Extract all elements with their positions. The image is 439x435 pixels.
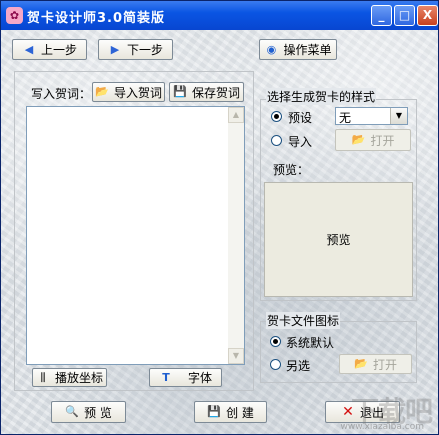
open-icon-button[interactable]: 📂 打开 bbox=[339, 354, 412, 374]
font-icon: T bbox=[162, 370, 170, 384]
open-style-label: 打开 bbox=[370, 133, 395, 148]
import-greeting-label: 导入贺词 bbox=[113, 85, 162, 100]
arrow-left-icon: ◀ bbox=[24, 42, 34, 56]
next-step-label: 下一步 bbox=[126, 43, 163, 57]
preset-label: 预设 bbox=[288, 111, 313, 125]
chevron-down-icon[interactable]: ▼ bbox=[390, 108, 407, 124]
import-greeting-button[interactable]: 📂 导入贺词 bbox=[92, 82, 165, 102]
default-icon-label: 系统默认 bbox=[286, 336, 335, 350]
default-icon-radio[interactable] bbox=[270, 336, 281, 347]
card-file-icon-group-title: 贺卡文件图标 bbox=[266, 312, 341, 329]
preview-button[interactable]: 🔍 预 览 bbox=[51, 401, 126, 423]
operations-menu-button[interactable]: ◉ 操作菜单 bbox=[259, 39, 337, 60]
close-button[interactable]: X bbox=[417, 5, 438, 26]
open-icon-label: 打开 bbox=[372, 357, 397, 372]
app-icon: ✿ bbox=[6, 7, 23, 24]
font-button[interactable]: T 字体 bbox=[149, 368, 222, 387]
prev-step-label: 上一步 bbox=[40, 43, 77, 57]
window-title: 贺卡设计师3.0简装版 bbox=[27, 11, 166, 26]
other-icon-radio[interactable] bbox=[270, 359, 281, 370]
preset-select-value: 无 bbox=[339, 111, 352, 125]
play-coordinates-label: 播放坐标 bbox=[54, 371, 103, 385]
import-style-label: 导入 bbox=[288, 135, 313, 149]
preset-radio[interactable] bbox=[271, 111, 282, 122]
preview-caption: 预览： bbox=[273, 163, 310, 177]
watermark-site: www.xiazaiba.com bbox=[340, 422, 424, 432]
next-step-button[interactable]: ▶ 下一步 bbox=[98, 39, 173, 60]
play-coordinates-button[interactable]: ⫼ 播放坐标 bbox=[32, 368, 107, 387]
magnifier-icon: 🔍 bbox=[65, 405, 79, 418]
floppy-disk-icon: 💾 bbox=[207, 405, 221, 418]
scroll-up-icon[interactable]: ▲ bbox=[228, 107, 244, 123]
prev-step-button[interactable]: ◀ 上一步 bbox=[12, 39, 87, 60]
preview-button-label: 预 览 bbox=[84, 405, 112, 420]
save-greeting-label: 保存贺词 bbox=[191, 85, 240, 100]
title-bar[interactable]: ✿ 贺卡设计师3.0简装版 _ □ X bbox=[1, 1, 438, 30]
preset-select[interactable]: 无 ▼ bbox=[335, 107, 408, 125]
floppy-disk-icon: 💾 bbox=[173, 85, 187, 98]
save-greeting-button[interactable]: 💾 保存贺词 bbox=[169, 82, 244, 102]
menu-circle-icon: ◉ bbox=[266, 42, 277, 56]
open-style-button[interactable]: 📂 打开 bbox=[335, 129, 411, 151]
greeting-textarea[interactable]: ▲ ▼ bbox=[26, 106, 245, 365]
create-button[interactable]: 💾 创 建 bbox=[194, 401, 267, 423]
card-style-group-title: 选择生成贺卡的样式 bbox=[266, 88, 377, 105]
maximize-button[interactable]: □ bbox=[394, 5, 415, 26]
minimize-button[interactable]: _ bbox=[371, 5, 392, 26]
font-label: 字体 bbox=[187, 371, 212, 385]
style-preview-text: 预览 bbox=[326, 233, 351, 247]
coordinates-icon: ⫼ bbox=[40, 370, 46, 384]
scroll-down-icon[interactable]: ▼ bbox=[228, 348, 244, 364]
import-style-radio[interactable] bbox=[271, 135, 282, 146]
operations-menu-label: 操作菜单 bbox=[283, 43, 332, 57]
open-folder-icon: 📂 bbox=[351, 133, 366, 146]
style-preview-box: 预览 bbox=[264, 182, 413, 297]
create-button-label: 创 建 bbox=[226, 405, 254, 420]
greeting-label: 写入贺词： bbox=[31, 87, 92, 101]
arrow-right-icon: ▶ bbox=[110, 42, 120, 56]
open-folder-icon: 📂 bbox=[95, 85, 109, 98]
other-icon-label: 另选 bbox=[286, 359, 311, 373]
greeting-scrollbar[interactable]: ▲ ▼ bbox=[228, 107, 244, 364]
open-folder-icon: 📂 bbox=[354, 357, 368, 370]
main-window: ✿ 贺卡设计师3.0简装版 _ □ X ◀ 上一步 ▶ 下一步 ◉ 操作菜单 写… bbox=[0, 0, 439, 435]
